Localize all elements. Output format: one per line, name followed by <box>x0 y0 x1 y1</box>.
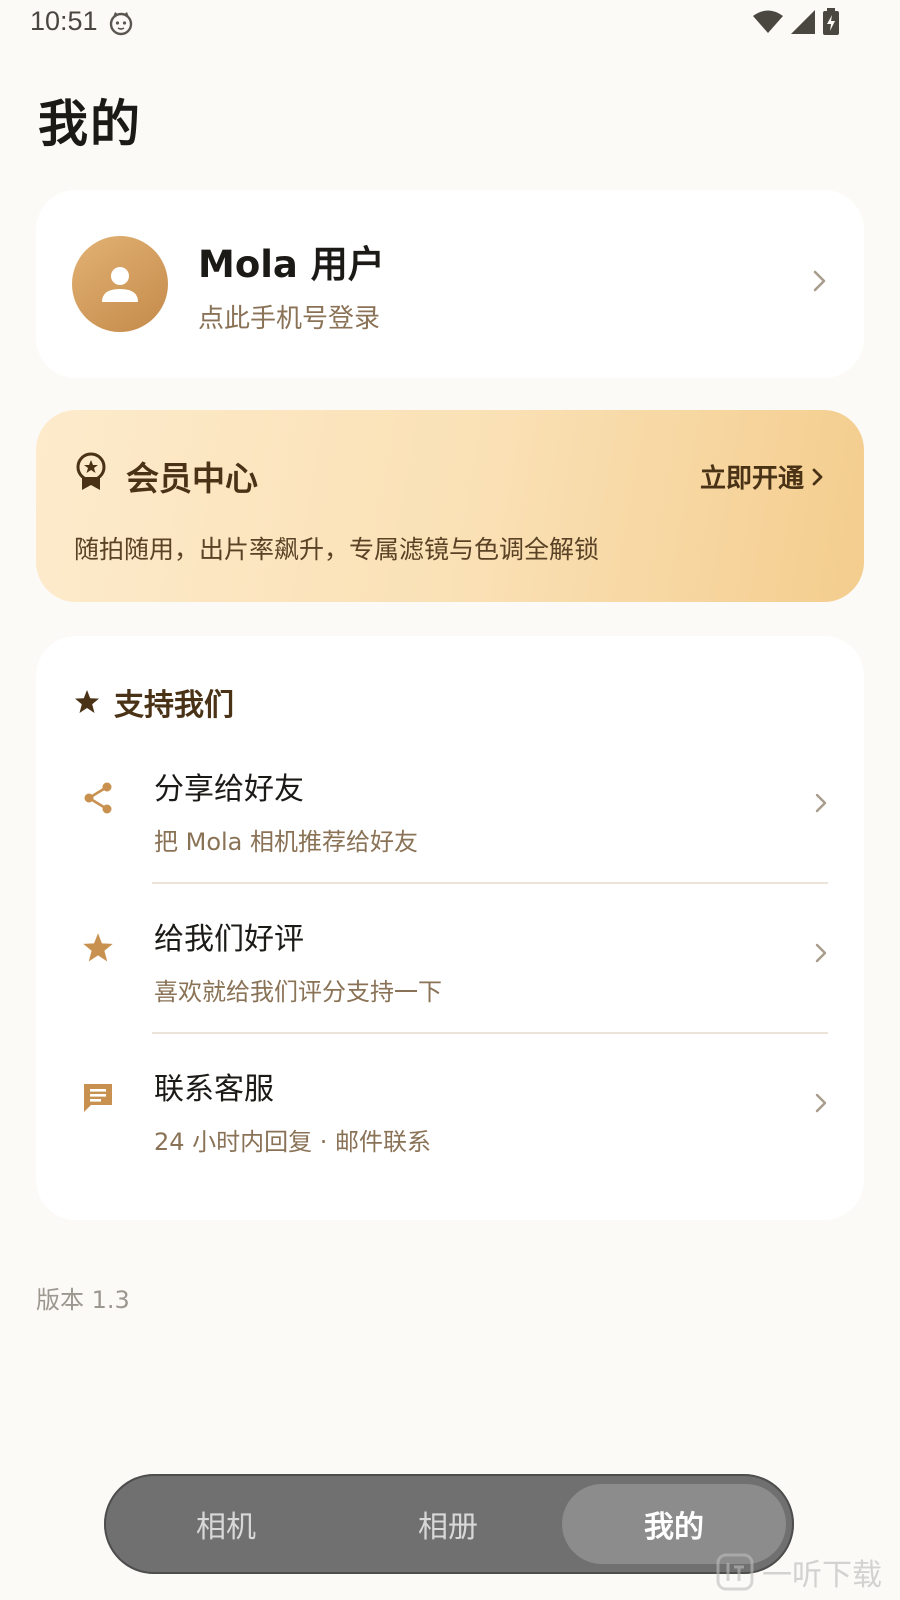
tab-album[interactable]: 相册 <box>336 1484 560 1564</box>
item-subtitle: 24 小时内回复 · 邮件联系 <box>154 1128 432 1156</box>
vip-subscribe-button[interactable]: 立即开通 <box>700 458 824 495</box>
chevron-right-icon <box>812 268 828 298</box>
profile-name: Mola 用户 <box>198 243 385 286</box>
profile-card[interactable]: Mola 用户 点此手机号登录 <box>36 190 864 378</box>
vip-card[interactable]: 会员中心 立即开通 随拍随用，出片率飙升，专属滤镜与色调全解锁 <box>36 410 864 602</box>
vip-badge-icon <box>74 452 108 496</box>
item-title: 给我们好评 <box>154 922 304 957</box>
vip-description: 随拍随用，出片率飙升，专属滤镜与色调全解锁 <box>74 535 600 564</box>
status-time: 10:51 <box>30 6 98 36</box>
version-text: 版本 1.3 <box>36 1286 130 1314</box>
avatar <box>72 236 168 332</box>
share-icon <box>80 780 116 816</box>
item-subtitle: 把 Mola 相机推荐给好友 <box>154 828 419 856</box>
chevron-right-icon <box>814 942 828 968</box>
chat-icon <box>80 1080 116 1116</box>
list-item-support[interactable]: 联系客服 24 小时内回复 · 邮件联系 <box>36 1034 864 1184</box>
vip-subscribe-label: 立即开通 <box>699 464 804 494</box>
list-item-rate[interactable]: 给我们好评 喜欢就给我们评分支持一下 <box>36 884 864 1034</box>
page-title: 我的 <box>38 95 142 153</box>
wifi-icon <box>752 9 784 39</box>
section-title: 支持我们 <box>114 688 234 723</box>
chevron-right-icon <box>812 468 823 485</box>
chevron-right-icon <box>814 792 828 818</box>
tab-camera[interactable]: 相机 <box>114 1484 338 1564</box>
login-hint: 点此手机号登录 <box>198 304 381 334</box>
battery-charging-icon <box>822 8 840 40</box>
watermark: 一听下载 <box>716 1550 882 1594</box>
star-icon <box>75 690 99 713</box>
vip-title: 会员中心 <box>126 459 258 498</box>
cell-signal-icon <box>790 9 816 39</box>
bottom-tab-bar: 相机 相册 我的 <box>104 1474 794 1574</box>
star-icon <box>80 930 116 966</box>
list-item-share[interactable]: 分享给好友 把 Mola 相机推荐给好友 <box>36 734 864 884</box>
watermark-text: 一听下载 <box>762 1558 882 1593</box>
notification-cat-icon <box>108 10 134 40</box>
status-bar: 10:51 <box>0 0 900 48</box>
support-card: 支持我们 分享给好友 把 Mola 相机推荐给好友 给我们好评 喜欢就给我们评分… <box>36 636 864 1220</box>
item-subtitle: 喜欢就给我们评分支持一下 <box>154 978 442 1006</box>
item-title: 分享给好友 <box>154 772 304 807</box>
item-title: 联系客服 <box>154 1072 274 1107</box>
person-icon <box>102 267 138 302</box>
watermark-logo-icon <box>716 1553 754 1591</box>
chevron-right-icon <box>814 1092 828 1118</box>
